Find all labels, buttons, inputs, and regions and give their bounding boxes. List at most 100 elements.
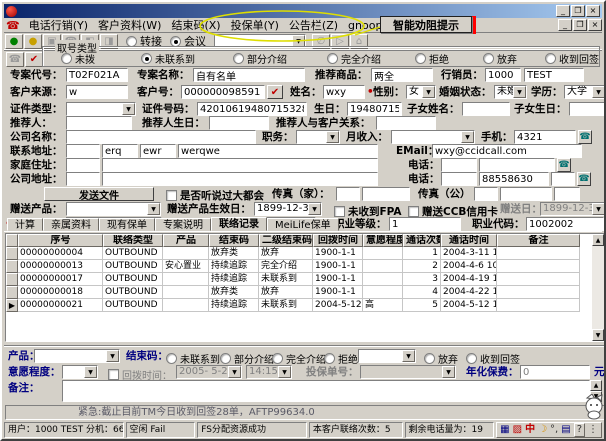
monitor-icon[interactable]: ▨ <box>513 424 522 436</box>
customer-source-input[interactable] <box>66 85 128 99</box>
dialtype-option-notreached[interactable]: 未联系到 <box>141 51 195 66</box>
chevron-down-icon[interactable] <box>84 366 97 378</box>
contact-address-input-1[interactable] <box>66 144 100 158</box>
gift-product-combobox[interactable] <box>66 202 161 216</box>
scroll-up-icon[interactable]: ▲ <box>592 234 604 246</box>
heard-checkbox[interactable] <box>166 190 177 201</box>
giveup-radio[interactable] <box>424 353 435 364</box>
referrer-relation-input[interactable] <box>376 116 436 130</box>
current-row-indicator[interactable] <box>6 299 18 312</box>
education-combobox[interactable]: 大学 <box>564 85 606 99</box>
signed-radio[interactable] <box>545 53 556 64</box>
menu-telemarketing[interactable]: 电话行销(Y) <box>24 16 93 34</box>
birthday-input[interactable] <box>347 102 402 116</box>
reject-reason-combobox[interactable] <box>358 349 416 363</box>
dial-office-phone-button[interactable]: ☎ <box>577 172 591 186</box>
column-header[interactable]: 序号 <box>18 234 103 247</box>
id-no-input[interactable] <box>197 102 307 116</box>
ime-chinese-icon[interactable]: 中 <box>525 424 535 436</box>
remark-textarea[interactable] <box>62 380 590 402</box>
transfer-radio[interactable] <box>126 36 137 47</box>
annual-premium-input[interactable] <box>520 365 590 379</box>
column-header[interactable]: 产品 <box>163 234 209 247</box>
ime-punctuation-icon[interactable]: °, <box>550 424 558 436</box>
child-birthday-input[interactable] <box>569 102 606 116</box>
agent-name-input[interactable] <box>524 68 584 82</box>
gift-date-combobox[interactable]: 1899-12-30 <box>254 202 322 216</box>
referrer-birthday-input[interactable] <box>209 116 269 130</box>
endcode-option-full[interactable]: 完全介绍 <box>272 351 326 366</box>
fax-office-area-input[interactable] <box>474 187 498 201</box>
home-phone-input[interactable] <box>479 158 555 172</box>
email-input[interactable] <box>432 144 582 158</box>
tab-meilife-policies[interactable]: MeiLife保单 <box>267 218 339 231</box>
scroll-down-icon[interactable]: ▼ <box>592 329 604 341</box>
child-name-input[interactable] <box>462 102 510 116</box>
column-header[interactable]: 回拨时间 <box>313 234 363 247</box>
mobile-input[interactable] <box>514 130 576 144</box>
table-row[interactable]: 00000000013 OUTBOUND 安心置业 持续追踪 完全介绍 1900… <box>6 260 604 273</box>
chevron-down-icon[interactable] <box>513 86 526 98</box>
case-code-input[interactable] <box>66 68 128 82</box>
reject-radio[interactable] <box>415 53 426 64</box>
name-input[interactable] <box>323 85 365 99</box>
row-selector[interactable] <box>6 247 18 260</box>
column-header[interactable]: 备注 <box>497 234 580 247</box>
dialtype-option-signed[interactable]: 收到回签 <box>545 51 599 66</box>
referrer-input[interactable] <box>66 116 132 130</box>
column-header[interactable]: 通话时间 <box>441 234 497 247</box>
giveup-radio[interactable] <box>483 53 494 64</box>
chevron-down-icon[interactable] <box>592 86 605 98</box>
fax-office-ext-input[interactable] <box>554 187 580 201</box>
tab-contact-records[interactable]: 联络记录 <box>211 217 267 231</box>
chevron-down-icon[interactable] <box>326 131 339 143</box>
hold-call-button[interactable]: ● <box>24 34 42 49</box>
home-address-input-1[interactable] <box>66 158 100 172</box>
conference-radio[interactable] <box>170 36 181 47</box>
chevron-down-icon[interactable] <box>422 86 435 98</box>
office-address-input-1[interactable] <box>66 172 100 186</box>
fax-home-input[interactable] <box>362 187 410 201</box>
office-phone-input[interactable] <box>479 172 549 186</box>
office-address-input-2[interactable] <box>102 172 378 186</box>
gender-combobox[interactable]: 女 <box>406 85 436 99</box>
column-header[interactable]: 结束码 <box>209 234 259 247</box>
close-button[interactable]: × <box>586 5 600 17</box>
contact-address-input-3[interactable] <box>140 144 176 158</box>
table-row[interactable]: 00000000017 OUTBOUND 持续追踪 未联系到 1900-1-1 … <box>6 273 604 286</box>
column-header[interactable]: 通话次数 <box>403 234 441 247</box>
chevron-down-icon[interactable] <box>308 203 321 215</box>
child-restore-button[interactable]: ❐ <box>573 19 587 31</box>
tab-case-description[interactable]: 专案说明 <box>155 218 211 231</box>
endcode-option-reject[interactable]: 拒绝 <box>324 351 358 366</box>
dialtype-option-full[interactable]: 完全介绍 <box>327 51 381 66</box>
dial-mobile-button[interactable]: ☎ <box>578 130 592 144</box>
tab-relatives[interactable]: 亲属资料 <box>43 218 99 231</box>
redial-button[interactable]: ☎ <box>6 52 24 67</box>
endcode-option-notreached[interactable]: 未联系到 <box>166 351 220 366</box>
home-address-input-2[interactable] <box>102 158 378 172</box>
answer-call-button[interactable]: ● <box>5 34 23 49</box>
home-phone-area-input[interactable] <box>441 158 477 172</box>
notreached-radio[interactable] <box>166 353 177 364</box>
send-file-button[interactable]: 发送文件 <box>44 187 154 201</box>
contact-address-input-2[interactable] <box>102 144 138 158</box>
ime-softkeyboard-icon[interactable]: ▤ <box>561 424 570 436</box>
income-combobox[interactable] <box>391 130 475 144</box>
help-icon[interactable]: ? <box>574 423 585 437</box>
dialtype-option-reject[interactable]: 拒绝 <box>415 51 449 66</box>
fax-office-input[interactable] <box>500 187 552 201</box>
endcode-option-signed[interactable]: 收到回签 <box>466 351 520 366</box>
table-row[interactable]: 00000000004 OUTBOUND 放弃类 放弃 1900-1-1 1 2… <box>6 247 604 260</box>
child-close-button[interactable]: × <box>588 19 602 31</box>
column-header[interactable]: 二级结束码 <box>259 234 313 247</box>
row-selector[interactable] <box>6 286 18 299</box>
agent-id-input[interactable] <box>485 68 521 82</box>
chevron-down-icon[interactable] <box>106 350 119 362</box>
office-phone-ext-input[interactable] <box>551 172 575 186</box>
heard-of-metlife-option[interactable]: 是否听说过大都会 <box>166 188 264 203</box>
verify-customer-button[interactable]: ✔ <box>267 85 283 99</box>
marital-combobox[interactable]: 未婚 <box>494 85 527 99</box>
confirm-button[interactable]: ✔ <box>25 52 43 67</box>
table-row-current[interactable]: 00000000021 OUTBOUND 持续追踪 未联系到 2004-5-12… <box>6 299 604 312</box>
